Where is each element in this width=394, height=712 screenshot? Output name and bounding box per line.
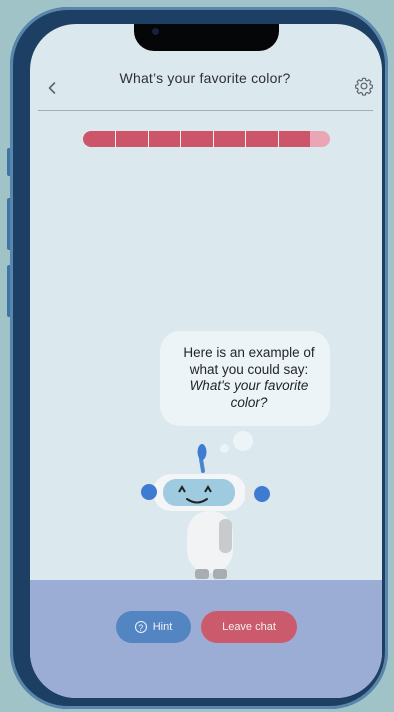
bottom-action-panel: ? Hint Leave chat xyxy=(30,580,382,698)
progress-fill xyxy=(83,131,311,147)
progress-segment-divider xyxy=(277,131,279,147)
progress-segment-divider xyxy=(147,131,149,147)
robot-mascot xyxy=(141,444,270,579)
header-divider xyxy=(38,110,373,111)
chat-header: What’s your favorite color? xyxy=(30,64,382,114)
hint-button[interactable]: ? Hint xyxy=(116,611,191,643)
hint-button-label: Hint xyxy=(152,621,173,633)
back-button[interactable] xyxy=(42,78,62,98)
gear-icon xyxy=(355,77,373,96)
settings-button[interactable] xyxy=(354,76,374,96)
progress-segment-divider xyxy=(115,131,117,147)
progress-segment-divider xyxy=(212,131,214,147)
speech-bubble: Here is an example of what you could say… xyxy=(160,331,330,426)
progress-segment-divider xyxy=(245,131,247,147)
leave-chat-button[interactable]: Leave chat xyxy=(201,611,297,643)
front-camera xyxy=(152,28,159,35)
bubble-intro-text: Here is an example of what you could say… xyxy=(183,345,315,377)
page-title: What’s your favorite color? xyxy=(119,70,291,86)
bubble-text: Here is an example of what you could say… xyxy=(174,345,324,411)
phone-screen: What’s your favorite color? Here is an e… xyxy=(30,24,382,698)
question-circle-icon: ? xyxy=(134,621,147,634)
chevron-left-icon xyxy=(48,82,56,94)
bubble-example-phrase: What's your favorite color? xyxy=(189,378,309,410)
phone-notch xyxy=(134,24,279,51)
leave-chat-button-label: Leave chat xyxy=(222,621,276,633)
progress-segment-divider xyxy=(180,131,182,147)
app-stage: What’s your favorite color? Here is an e… xyxy=(0,0,394,712)
lesson-progress-bar xyxy=(83,131,330,147)
